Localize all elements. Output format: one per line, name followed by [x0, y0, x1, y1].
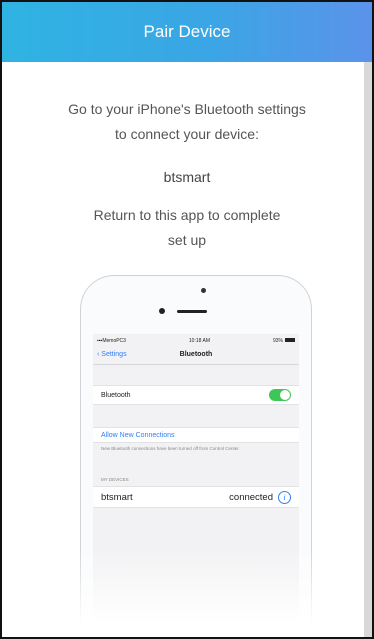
allow-connections-row: Allow New Connections — [93, 427, 299, 443]
device-row-name: btsmart — [101, 491, 133, 503]
device-name-label: btsmart — [163, 169, 211, 185]
header-bar: Pair Device — [2, 2, 372, 62]
device-row: btsmart connected i — [93, 486, 299, 508]
device-row-right: connected i — [229, 490, 291, 504]
settings-nav-bar: ‹ Settings Bluetooth — [93, 347, 299, 365]
battery-status: 93% — [273, 338, 295, 344]
my-devices-header: MY DEVICES — [101, 477, 129, 482]
phone-speaker-icon — [177, 310, 207, 313]
status-bar: ▪▪▪MemoPC3 10:18 AM 93% — [93, 334, 299, 347]
allow-connections-label: Allow New Connections — [101, 431, 175, 439]
bluetooth-toggle — [269, 389, 291, 401]
nav-title: Bluetooth — [179, 351, 213, 358]
device-status: connected — [229, 491, 273, 503]
instruction-line-1: Go to your iPhone's Bluetooth settings — [68, 101, 306, 117]
bluetooth-label: Bluetooth — [101, 391, 131, 399]
bottom-fade — [2, 547, 364, 637]
status-time: 10:18 AM — [188, 337, 211, 344]
info-icon: i — [278, 490, 291, 504]
phone-camera-icon — [159, 308, 165, 314]
return-text: Return to this app to complete set up — [2, 203, 372, 253]
toggle-knob — [280, 390, 290, 400]
return-line-2: set up — [167, 232, 207, 248]
battery-icon — [284, 338, 295, 343]
instruction-line-2: to connect your device: — [115, 126, 259, 142]
return-line-1: Return to this app to complete — [93, 207, 281, 223]
right-edge-strip — [364, 62, 372, 637]
carrier-label: ▪▪▪MemoPC3 — [97, 337, 126, 344]
app-frame: Pair Device Go to your iPhone's Bluetoot… — [0, 0, 374, 639]
bluetooth-toggle-row: Bluetooth — [93, 385, 299, 405]
bluetooth-note: New Bluetooth connections have been turn… — [101, 446, 240, 451]
page-title: Pair Device — [143, 22, 231, 41]
instruction-text: Go to your iPhone's Bluetooth settings t… — [2, 97, 372, 147]
phone-sensor-icon — [201, 288, 206, 293]
